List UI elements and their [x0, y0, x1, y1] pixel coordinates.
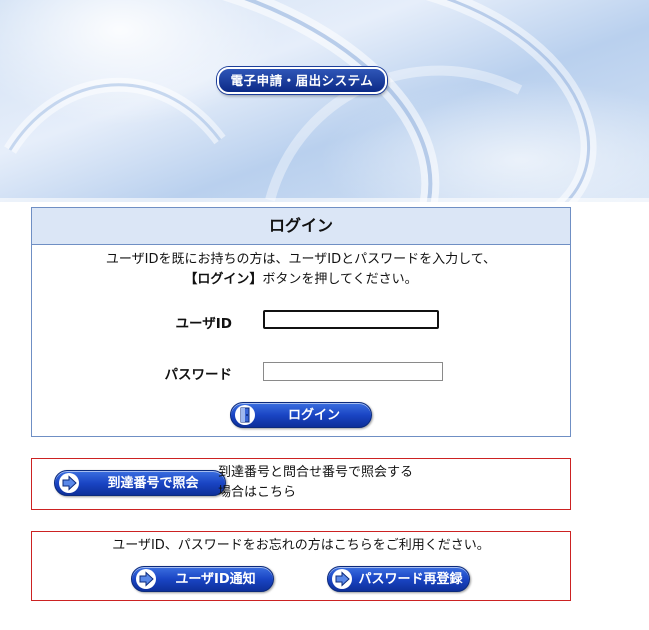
- inquiry-description: 到達番号と問合せ番号で照会する 場合はこちら: [218, 463, 413, 503]
- instruction-bold: 【ログイン】: [184, 272, 263, 287]
- arrow-right-icon: [136, 569, 156, 589]
- password-input[interactable]: [263, 362, 443, 381]
- login-button-label: ログイン: [287, 408, 340, 423]
- password-reregister-button[interactable]: パスワード再登録: [327, 566, 470, 592]
- arrow-right-icon: [332, 569, 352, 589]
- arrow-right-icon: [59, 473, 79, 493]
- login-instructions: ユーザIDを既にお持ちの方は、ユーザIDとパスワードを入力して、 【ログイン】ボ…: [32, 250, 570, 290]
- forgot-text: ユーザID、パスワードをお忘れの方はこちらをご利用ください。: [112, 538, 490, 553]
- userid-notify-button[interactable]: ユーザID通知: [131, 566, 274, 592]
- inquiry-text-line-1: 到達番号と問合せ番号で照会する: [218, 465, 414, 480]
- door-icon: [235, 405, 255, 425]
- banner-decoration: [0, 0, 649, 202]
- userid-input[interactable]: [263, 310, 439, 329]
- instruction-line-2: 【ログイン】ボタンを押してください。: [32, 270, 570, 290]
- password-label: パスワード: [164, 367, 233, 383]
- userid-label: ユーザID: [175, 316, 232, 332]
- password-reregister-button-label: パスワード再登録: [358, 572, 463, 587]
- inquiry-panel: 到達番号で照会 到達番号と問合せ番号で照会する 場合はこちら: [31, 458, 571, 510]
- instruction-rest: ボタンを押してください。: [262, 272, 418, 287]
- forgot-credentials-panel: ユーザID、パスワードをお忘れの方はこちらをご利用ください。 ユーザID通知 パ…: [31, 531, 571, 601]
- header-banner: 電子申請・届出システム: [0, 0, 649, 202]
- inquiry-text-line-2: 場合はこちら: [218, 485, 297, 500]
- login-panel: ログイン ユーザIDを既にお持ちの方は、ユーザIDとパスワードを入力して、 【ロ…: [31, 207, 571, 437]
- userid-notify-button-label: ユーザID通知: [175, 572, 256, 587]
- inquiry-button[interactable]: 到達番号で照会: [54, 470, 226, 496]
- inquiry-button-label: 到達番号で照会: [107, 476, 199, 491]
- login-button[interactable]: ログイン: [230, 402, 372, 428]
- login-heading: ログイン: [32, 208, 570, 245]
- instruction-line-1: ユーザIDを既にお持ちの方は、ユーザIDとパスワードを入力して、: [105, 252, 497, 267]
- system-title: 電子申請・届出システム: [217, 67, 387, 94]
